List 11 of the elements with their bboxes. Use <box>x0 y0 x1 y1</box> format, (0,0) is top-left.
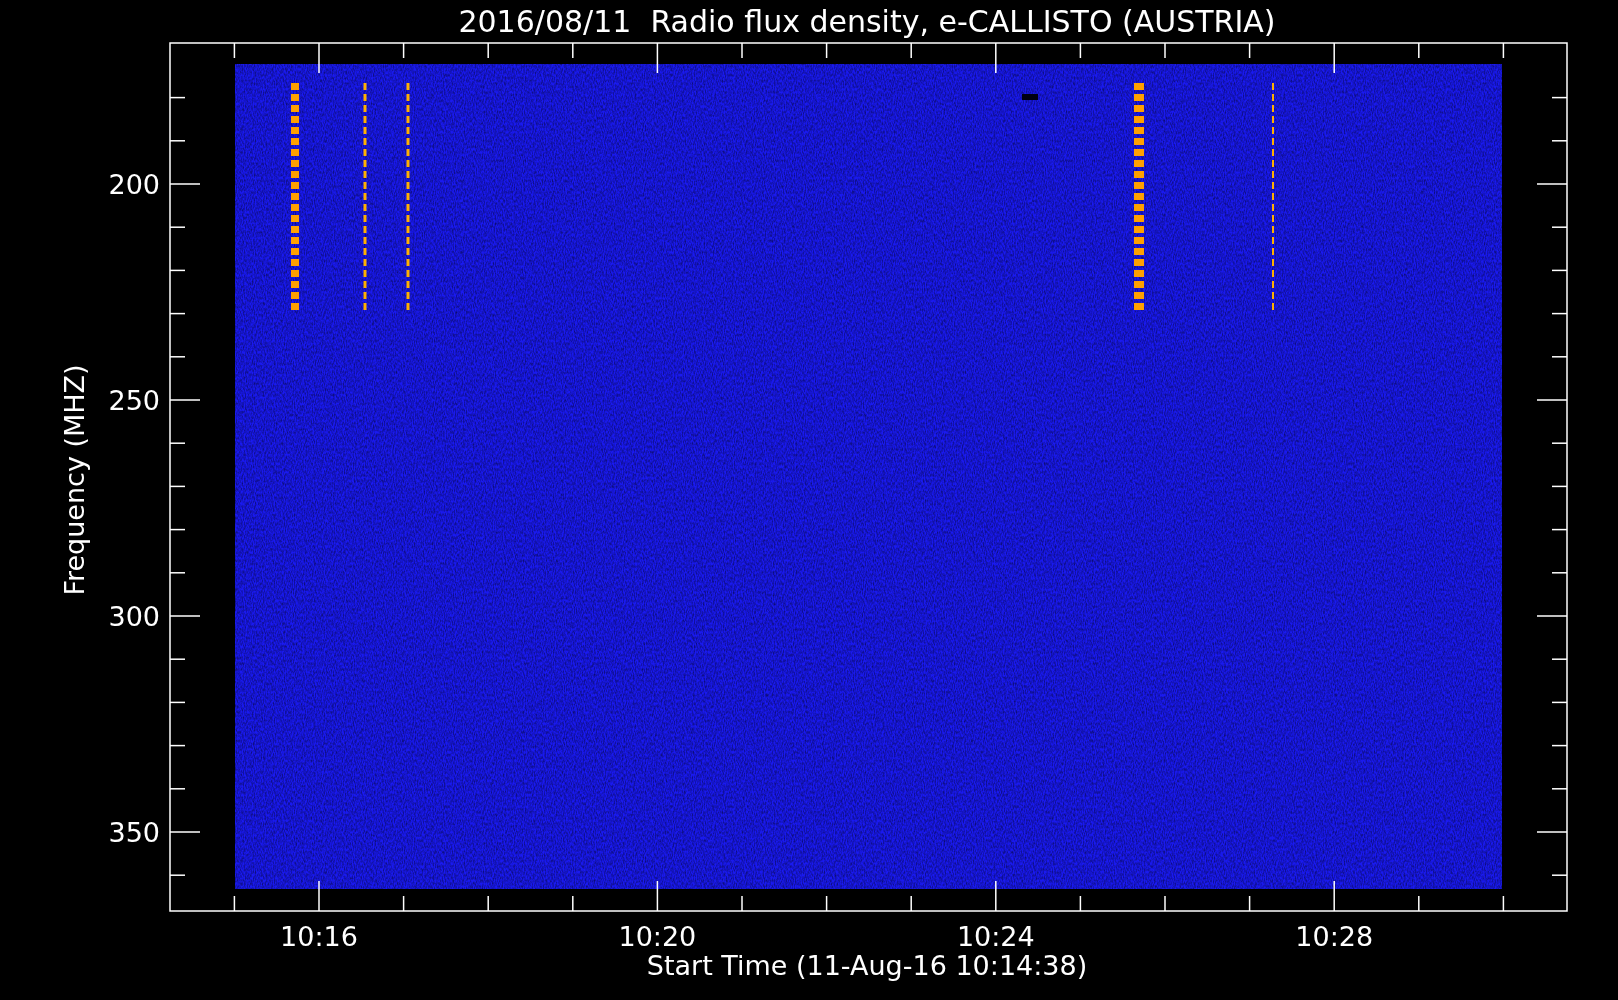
x-tick-label: 10:16 <box>280 921 358 952</box>
x-tick-label: 10:20 <box>618 921 697 952</box>
chart-title: 2016/08/11 Radio flux density, e-CALLISTO (AUSTRIA) <box>458 4 1276 39</box>
x-tick-label: 10:28 <box>1295 921 1374 952</box>
x-axis-label: Start Time (11-Aug-16 10:14:38) <box>646 950 1088 981</box>
y-tick-label: 250 <box>108 385 160 416</box>
x-tick-label: 10:24 <box>956 921 1035 952</box>
y-tick-label: 300 <box>108 601 160 632</box>
y-tick-label: 350 <box>108 817 160 848</box>
y-tick-label: 200 <box>108 169 160 200</box>
y-axis-label: Frequency (MHZ) <box>59 364 90 596</box>
